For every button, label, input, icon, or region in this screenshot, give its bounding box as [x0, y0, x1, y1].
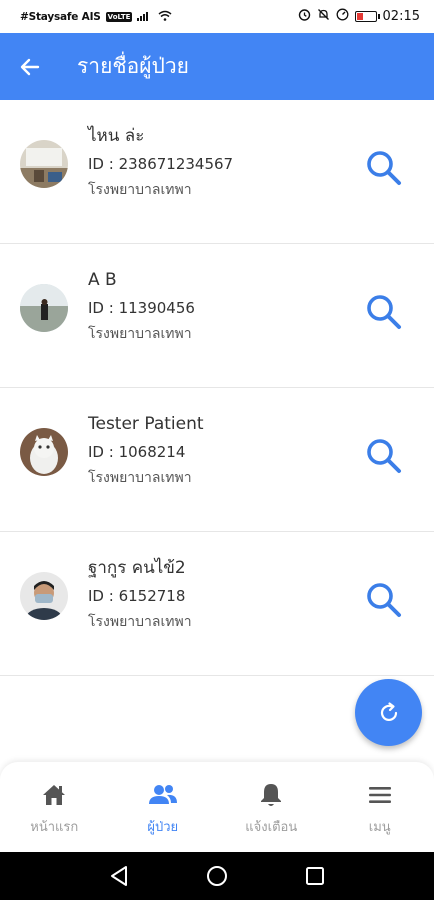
bell-icon [260, 782, 282, 808]
triangle-back-icon [111, 866, 127, 886]
wifi-icon [158, 10, 172, 24]
patient-name: ไหน ล่ะ [88, 126, 145, 146]
nav-item-notifications[interactable]: แจ้งเตือน [217, 762, 326, 852]
patient-info: Tester Patient ID : 1068214 โรงพยาบาลเทพ… [88, 410, 204, 490]
patient-id: ID : 238671234567 [88, 155, 234, 173]
avatar [20, 428, 68, 476]
nav-item-home[interactable]: หน้าแรก [0, 762, 109, 852]
nav-item-patients[interactable]: ผู้ป่วย [109, 762, 218, 852]
menu-icon [368, 782, 391, 808]
patient-hospital: โรงพยาบาลเทพา [88, 470, 192, 486]
system-recents-button[interactable] [300, 861, 330, 891]
patient-row[interactable]: Tester Patient ID : 1068214 โรงพยาบาลเทพ… [0, 388, 434, 532]
status-right: 02:15 [298, 8, 420, 25]
battery-icon [354, 11, 380, 22]
refresh-button[interactable] [355, 679, 422, 746]
back-button[interactable] [0, 33, 60, 100]
search-icon [367, 583, 401, 617]
alarm-icon [298, 8, 311, 25]
search-icon [367, 151, 401, 185]
patient-name: ฐากูร คนไข้2 [88, 558, 186, 578]
circle-home-icon [207, 866, 227, 886]
app-bar: รายชื่อผู้ป่วย [0, 33, 434, 100]
nav-label-home: หน้าแรก [30, 820, 79, 835]
patient-info: A B ID : 11390456 โรงพยาบาลเทพา [88, 266, 195, 346]
search-button[interactable] [362, 578, 406, 622]
clock-time: 02:15 [382, 9, 420, 24]
search-button[interactable] [362, 290, 406, 334]
patient-row[interactable]: ฐากูร คนไข้2 ID : 6152718 โรงพยาบาลเทพา [0, 532, 434, 676]
square-recents-icon [306, 867, 324, 885]
patient-hospital: โรงพยาบาลเทพา [88, 326, 192, 342]
patient-id: ID : 11390456 [88, 299, 195, 317]
signal-icon [137, 10, 153, 24]
page-title: รายชื่อผู้ป่วย [77, 54, 189, 78]
nav-item-menu[interactable]: เมนู [326, 762, 434, 852]
system-back-button[interactable] [104, 861, 134, 891]
system-home-button[interactable] [202, 861, 232, 891]
mute-icon [317, 8, 330, 25]
patient-info: ฐากูร คนไข้2 ID : 6152718 โรงพยาบาลเทพา [88, 554, 192, 634]
avatar [20, 572, 68, 620]
users-icon [148, 782, 177, 808]
patient-id: ID : 6152718 [88, 587, 186, 605]
patient-info: ไหน ล่ะ ID : 238671234567 โรงพยาบาลเทพา [88, 122, 233, 202]
home-icon [41, 782, 67, 808]
status-bar: #Staysafe AIS VoLTE 02:15 [0, 0, 434, 33]
patient-name: Tester Patient [88, 414, 204, 434]
avatar [20, 140, 68, 188]
patient-list: ไหน ล่ะ ID : 238671234567 โรงพยาบาลเทพา … [0, 100, 434, 676]
nav-label-patients: ผู้ป่วย [147, 820, 179, 835]
search-button[interactable] [362, 146, 406, 190]
bottom-nav: หน้าแรก ผู้ป่วย แจ้งเตือน เมนู [0, 762, 434, 852]
search-icon [367, 439, 401, 473]
nav-label-notifications: แจ้งเตือน [245, 820, 298, 835]
search-button[interactable] [362, 434, 406, 478]
patient-hospital: โรงพยาบาลเทพา [88, 182, 192, 198]
refresh-icon [380, 701, 397, 721]
avatar [20, 284, 68, 332]
carrier-label: #Staysafe AIS [20, 10, 101, 23]
patient-row[interactable]: ไหน ล่ะ ID : 238671234567 โรงพยาบาลเทพา [0, 100, 434, 244]
arrow-left-icon [20, 58, 40, 75]
patient-id: ID : 1068214 [88, 443, 186, 461]
system-nav-bar [0, 852, 434, 900]
status-left: #Staysafe AIS VoLTE [20, 10, 172, 24]
patient-hospital: โรงพยาบาลเทพา [88, 614, 192, 630]
search-icon [367, 295, 401, 329]
speed-icon [336, 8, 349, 25]
volte-badge: VoLTE [105, 11, 133, 22]
patient-row[interactable]: A B ID : 11390456 โรงพยาบาลเทพา [0, 244, 434, 388]
nav-label-menu: เมนู [368, 820, 391, 835]
patient-name: A B [88, 270, 117, 290]
